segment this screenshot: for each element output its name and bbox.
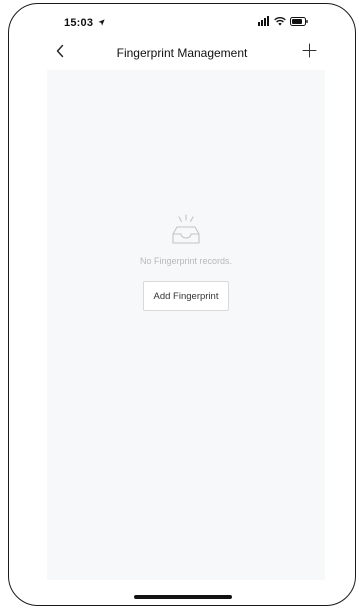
home-indicator[interactable]: [134, 595, 232, 599]
navigation-bar: Fingerprint Management: [9, 38, 355, 70]
status-time: 15:03: [64, 17, 106, 29]
plus-icon: [302, 43, 317, 63]
content-area: No Fingerprint records. Add Fingerprint: [47, 70, 325, 580]
status-bar: 15:03: [9, 4, 355, 38]
status-icons: [258, 16, 308, 28]
empty-state: No Fingerprint records. Add Fingerprint: [47, 212, 325, 311]
status-time-text: 15:03: [64, 17, 94, 29]
battery-icon: [290, 13, 308, 31]
add-button[interactable]: [298, 42, 320, 64]
empty-inbox-icon: [166, 212, 206, 248]
empty-message: No Fingerprint records.: [139, 256, 233, 266]
cellular-signal-icon: [258, 13, 270, 31]
wifi-icon: [274, 13, 286, 31]
location-arrow-icon: [98, 18, 106, 28]
phone-screen: 15:03 Fingerprint Management No Fingerpr…: [8, 3, 356, 606]
add-fingerprint-button[interactable]: Add Fingerprint: [142, 281, 230, 311]
